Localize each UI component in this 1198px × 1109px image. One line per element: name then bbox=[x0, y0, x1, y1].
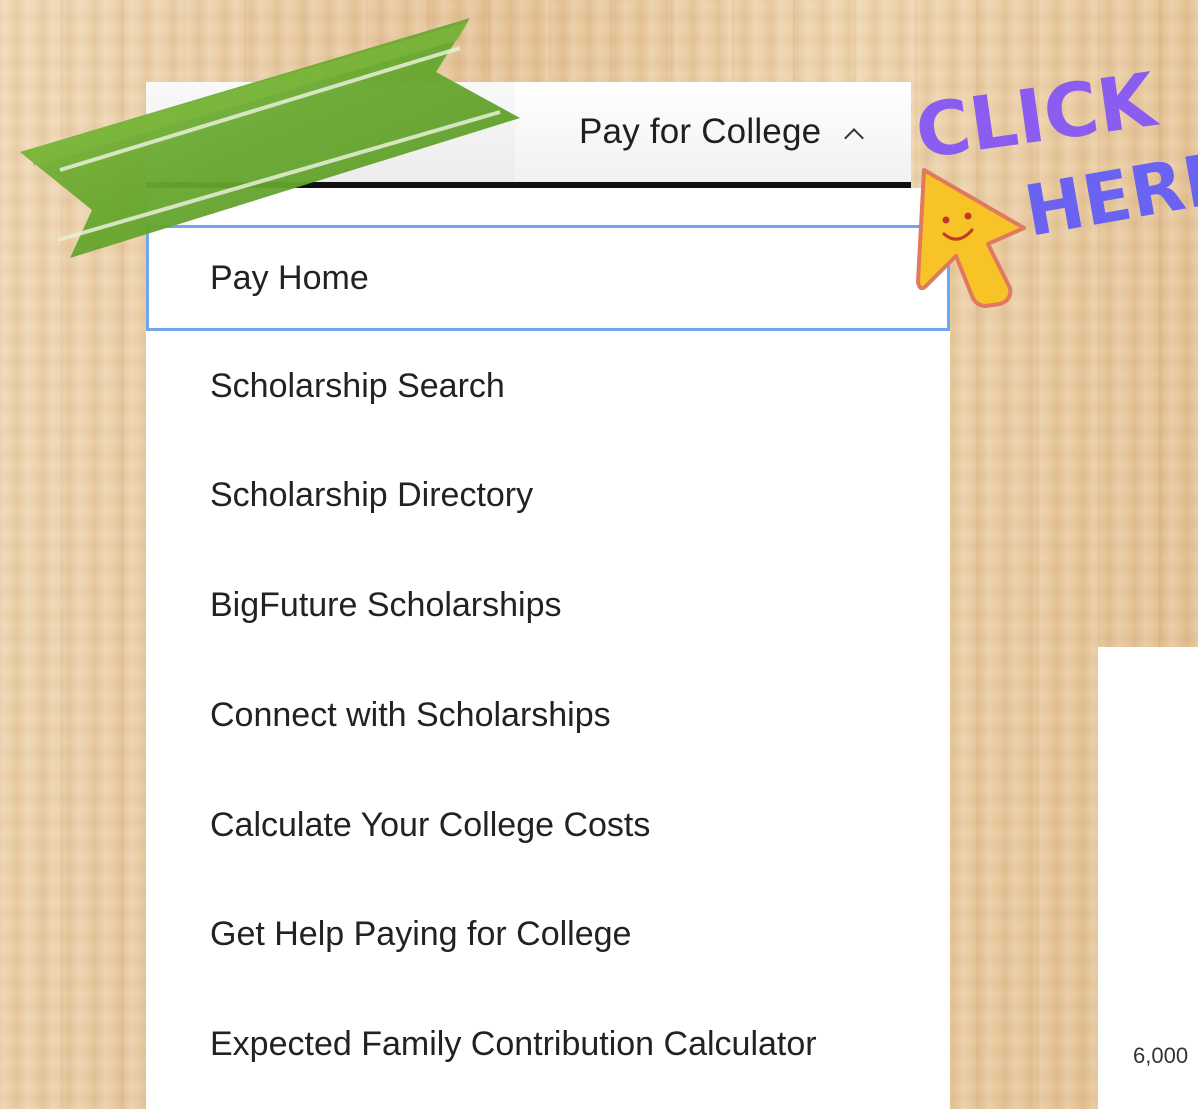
menu-item-connect-with-scholarships[interactable]: Connect with Scholarships bbox=[146, 660, 950, 770]
menu-item-bigfuture-scholarships[interactable]: BigFuture Scholarships bbox=[146, 550, 950, 660]
smiley-arrow-cursor-icon bbox=[916, 168, 1026, 308]
menu-item-calculate-college-costs[interactable]: Calculate Your College Costs bbox=[146, 770, 950, 880]
menu-item-scholarship-directory[interactable]: Scholarship Directory bbox=[146, 440, 950, 550]
pay-for-college-menu-button[interactable]: Pay for College bbox=[515, 82, 911, 182]
background-panel bbox=[1098, 647, 1198, 1109]
menu-item-get-help-paying[interactable]: Get Help Paying for College bbox=[146, 879, 950, 989]
pay-for-college-label: Pay for College bbox=[579, 112, 822, 151]
click-here-callout: CLICK HERE bbox=[912, 57, 1198, 308]
green-ribbon-icon bbox=[20, 18, 520, 258]
pay-for-college-dropdown: Pay Home Scholarship Search Scholarship … bbox=[146, 188, 950, 1109]
chevron-up-icon bbox=[844, 128, 865, 148]
menu-item-efc-calculator[interactable]: Expected Family Contribution Calculator bbox=[146, 989, 950, 1099]
axis-tick-label: 6,000 bbox=[1133, 1043, 1189, 1068]
menu-item-scholarship-search[interactable]: Scholarship Search bbox=[146, 331, 950, 441]
